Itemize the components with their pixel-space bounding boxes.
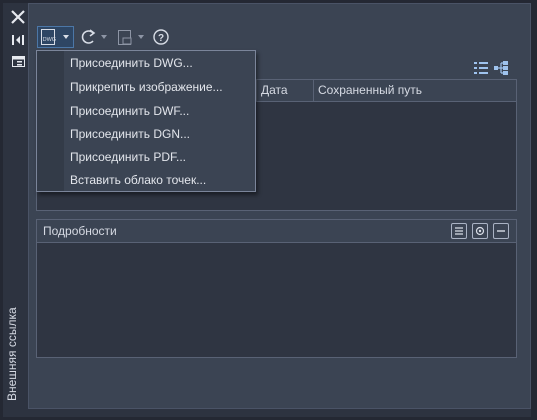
auto-hide-icon[interactable] [9, 32, 27, 48]
menu-item-attach-dwf[interactable]: Присоединить DWF... [70, 102, 189, 120]
column-saved-path[interactable]: Сохраненный путь [313, 80, 518, 101]
help-button[interactable]: ? [151, 26, 171, 48]
change-path-button[interactable] [114, 26, 148, 48]
menu-item-attach-dgn[interactable]: Присоединить DGN... [70, 125, 190, 143]
dwg-icon-label: DWG [42, 37, 55, 43]
close-icon[interactable] [9, 9, 27, 25]
details-view-icon[interactable] [451, 223, 467, 239]
attach-dropdown-menu: Присоединить DWG... Прикрепить изображен… [36, 50, 256, 192]
palette-title: Внешняя ссылка [5, 307, 19, 401]
menu-icon-gutter [37, 51, 64, 191]
list-view-icon[interactable] [473, 60, 489, 76]
column-date[interactable]: Дата [256, 80, 315, 101]
bottom-band [28, 409, 531, 417]
xref-palette: Внешняя ссылка DWG ? Дата Сохраненный пу… [0, 0, 537, 420]
refresh-button[interactable] [77, 26, 111, 48]
menu-item-attach-dwg[interactable]: Присоединить DWG... [70, 54, 193, 72]
menu-item-attach-pdf[interactable]: Присоединить PDF... [70, 148, 186, 166]
attach-dwg-button[interactable]: DWG [37, 26, 74, 48]
palette-title-bar: Внешняя ссылка [3, 3, 28, 417]
details-title: Подробности [43, 224, 117, 238]
details-panel: Подробности [36, 219, 517, 358]
properties-icon[interactable] [9, 53, 27, 69]
details-header: Подробности [37, 220, 516, 243]
tree-view-icon[interactable] [493, 60, 509, 76]
menu-item-point-cloud[interactable]: Вставить облако точек... [70, 171, 206, 189]
menu-item-attach-image[interactable]: Прикрепить изображение... [70, 78, 223, 96]
preview-icon[interactable] [472, 223, 488, 239]
collapse-icon[interactable] [493, 223, 509, 239]
help-icon-label: ? [158, 33, 164, 44]
